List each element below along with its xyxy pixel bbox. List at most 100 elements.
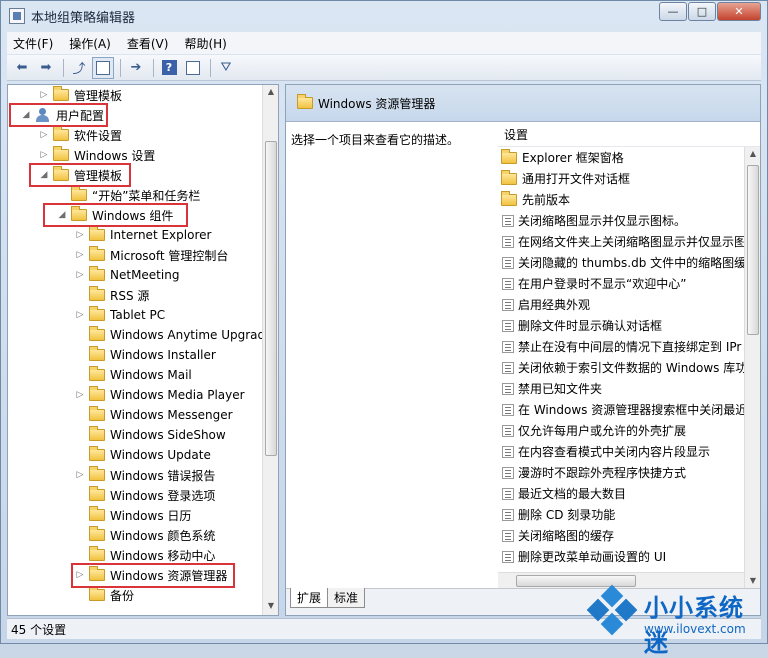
setting-row[interactable]: 禁止在没有中间层的情况下直接绑定到 IPr <box>498 336 760 357</box>
tree-item-label: Windows 移动中心 <box>110 548 216 563</box>
tab-extended[interactable]: 扩展 <box>290 588 329 608</box>
tree-item[interactable]: Windows 颜色系统 <box>74 525 215 545</box>
tree-item[interactable]: Windows Installer <box>74 345 216 365</box>
tree-item[interactable]: ▷ Internet Explorer <box>74 225 211 245</box>
folder-icon <box>89 326 105 341</box>
setting-label: 最近文档的最大数目 <box>518 487 627 501</box>
settings-scroll-thumb[interactable] <box>747 165 759 335</box>
folder-icon <box>89 426 105 441</box>
setting-row[interactable]: 漫游时不跟踪外壳程序快捷方式 <box>498 462 760 483</box>
highlight-windows-explorer <box>71 563 235 588</box>
scroll-up-icon[interactable]: ▲ <box>265 87 277 99</box>
tree-item[interactable]: ▷ Microsoft 管理控制台 <box>74 245 228 265</box>
setting-row[interactable]: Explorer 框架窗格 <box>498 147 760 168</box>
setting-row[interactable]: 删除文件时显示确认对话框 <box>498 315 760 336</box>
setting-row[interactable]: 关闭隐藏的 thumbs.db 文件中的缩略图缓 <box>498 252 760 273</box>
tree-item[interactable]: Windows 日历 <box>74 505 191 525</box>
tree-item[interactable]: Windows Mail <box>74 365 192 385</box>
help-icon[interactable]: ? <box>158 57 180 79</box>
setting-label: 在内容查看模式中关闭内容片段显示 <box>518 445 711 459</box>
setting-row[interactable]: 在用户登录时不显示“欢迎中心” <box>498 273 760 294</box>
tree-item[interactable]: 备份 <box>74 585 134 605</box>
scroll-down-icon[interactable]: ▼ <box>265 601 277 613</box>
setting-row[interactable]: 通用打开文件对话框 <box>498 168 760 189</box>
setting-row[interactable]: 启用经典外观 <box>498 294 760 315</box>
tree-item[interactable]: ▷ Windows 设置 <box>38 145 155 165</box>
forward-icon[interactable]: ➡ <box>35 57 57 79</box>
setting-label: 在用户登录时不显示“欢迎中心” <box>518 277 687 291</box>
setting-label: 关闭隐藏的 thumbs.db 文件中的缩略图缓 <box>518 256 747 270</box>
maximize-button[interactable]: □ <box>688 2 716 21</box>
setting-row[interactable]: 关闭缩略图的缓存 <box>498 525 760 546</box>
tree-item[interactable]: Windows Anytime Upgrade <box>74 325 273 345</box>
settings-vertical-scrollbar[interactable]: ▲ ▼ <box>744 147 760 590</box>
tree-item[interactable]: Windows Update <box>74 445 211 465</box>
scroll-up-icon[interactable]: ▲ <box>747 149 759 161</box>
tree-item[interactable]: ▷ 软件设置 <box>38 125 122 145</box>
policy-setting-icon <box>502 487 514 500</box>
setting-label: 先前版本 <box>522 193 571 207</box>
tree-item[interactable]: “开始”菜单和任务栏 <box>56 185 200 205</box>
column-header-setting[interactable]: 设置 <box>498 123 760 147</box>
highlight-admin-templates <box>29 163 131 187</box>
tree-item-label: Microsoft 管理控制台 <box>110 248 229 263</box>
setting-row[interactable]: 先前版本 <box>498 189 760 210</box>
group-policy-editor-window: 本地组策略编辑器 — □ ✕ 文件(F) 操作(A) 查看(V) 帮助(H) ⬅… <box>0 0 768 657</box>
setting-row[interactable]: 最近文档的最大数目 <box>498 483 760 504</box>
policy-editor-app-icon <box>9 8 25 24</box>
setting-row[interactable]: 删除 CD 刻录功能 <box>498 504 760 525</box>
tree-item[interactable]: ▷ Windows Media Player <box>74 385 245 405</box>
description-text: 选择一个项目来查看它的描述。 <box>291 133 460 147</box>
setting-row[interactable]: 在 Windows 资源管理器搜索框中关闭最近 <box>498 399 760 420</box>
folder-icon <box>501 169 517 185</box>
back-icon[interactable]: ⬅ <box>11 57 33 79</box>
expand-arrow-icon[interactable]: ▷ <box>74 250 86 260</box>
expand-arrow-icon[interactable]: ▷ <box>38 150 50 160</box>
expand-arrow-icon[interactable]: ▷ <box>74 470 86 480</box>
export-list-icon[interactable]: ➔ <box>125 57 147 79</box>
setting-row[interactable]: 关闭依赖于索引文件数据的 Windows 库功 <box>498 357 760 378</box>
tree-item[interactable]: ▷ Tablet PC <box>74 305 165 325</box>
expand-arrow-icon[interactable]: ▷ <box>74 230 86 240</box>
title-bar[interactable]: 本地组策略编辑器 — □ ✕ <box>1 1 767 31</box>
expand-arrow-icon[interactable]: ▷ <box>38 130 50 140</box>
close-button[interactable]: ✕ <box>717 2 761 21</box>
setting-row[interactable]: 在内容查看模式中关闭内容片段显示 <box>498 441 760 462</box>
menu-view[interactable]: 查看(V) <box>127 35 169 52</box>
tab-standard[interactable]: 标准 <box>327 588 366 608</box>
expand-arrow-icon[interactable]: ▷ <box>74 390 86 400</box>
menu-help[interactable]: 帮助(H) <box>184 35 226 52</box>
expand-arrow-icon[interactable]: ▷ <box>38 90 50 100</box>
expand-arrow-icon[interactable]: ▷ <box>74 310 86 320</box>
tree-item[interactable]: ▷ NetMeeting <box>74 265 179 285</box>
filter-icon[interactable]: ⛛ <box>215 57 237 79</box>
tree-item-label: Windows 错误报告 <box>110 468 216 483</box>
tree-item[interactable]: Windows Messenger <box>74 405 233 425</box>
tree-item[interactable]: ▷ Windows 错误报告 <box>74 465 215 485</box>
folder-icon <box>89 226 105 241</box>
tree-vertical-scrollbar[interactable]: ▲ ▼ <box>262 85 278 615</box>
tree-scroll-thumb[interactable] <box>265 141 277 456</box>
watermark-logo-icon <box>586 584 638 637</box>
policy-setting-icon <box>502 529 514 542</box>
tree-item[interactable]: Windows 移动中心 <box>74 545 215 565</box>
setting-row[interactable]: 关闭缩略图显示并仅显示图标。 <box>498 210 760 231</box>
setting-row[interactable]: 禁用已知文件夹 <box>498 378 760 399</box>
show-hide-tree-icon[interactable] <box>92 56 114 79</box>
folder-icon <box>53 86 69 101</box>
up-icon[interactable]: ⤴ <box>68 57 90 79</box>
folder-icon <box>89 486 105 501</box>
policy-setting-icon <box>502 256 514 269</box>
setting-row[interactable]: 仅允许每用户或允许的外壳扩展 <box>498 420 760 441</box>
minimize-button[interactable]: — <box>659 2 687 21</box>
tree-item[interactable]: ▷ 管理模板 <box>38 85 122 105</box>
tree-item[interactable]: Windows SideShow <box>74 425 226 445</box>
menu-file[interactable]: 文件(F) <box>13 35 53 52</box>
menu-action[interactable]: 操作(A) <box>69 35 111 52</box>
tree-item[interactable]: RSS 源 <box>74 285 149 305</box>
properties-icon[interactable] <box>182 57 204 79</box>
setting-row[interactable]: 在网络文件夹上关闭缩略图显示并仅显示图 <box>498 231 760 252</box>
setting-row[interactable]: 删除更改菜单动画设置的 UI <box>498 546 760 567</box>
tree-item[interactable]: Windows 登录选项 <box>74 485 215 505</box>
expand-arrow-icon[interactable]: ▷ <box>74 270 86 280</box>
